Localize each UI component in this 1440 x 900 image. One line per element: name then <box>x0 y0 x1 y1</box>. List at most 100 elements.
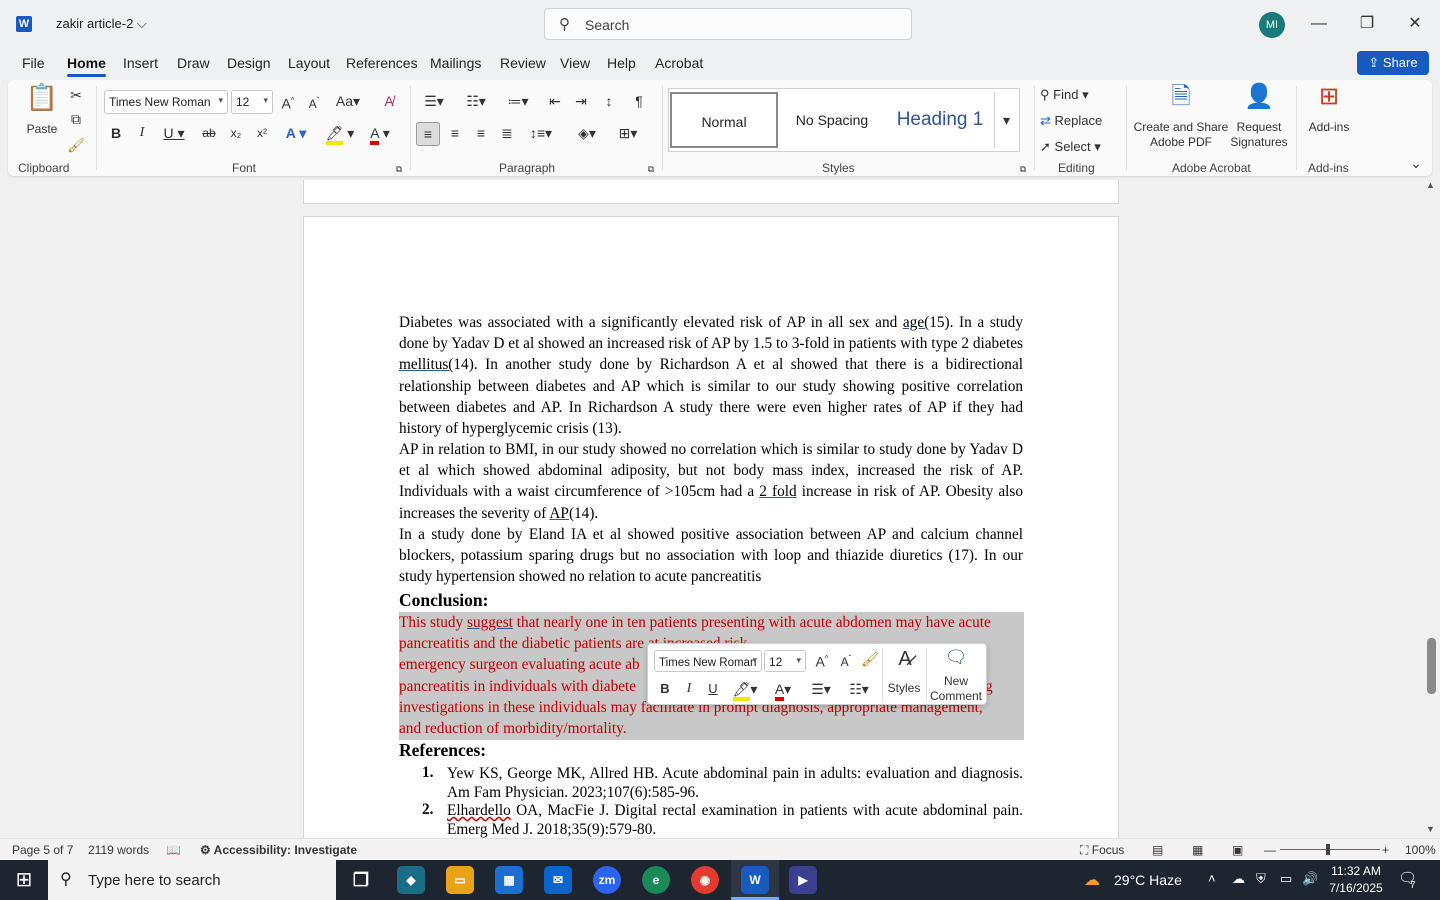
tab-home[interactable]: Home <box>67 55 106 77</box>
mini-bold-icon[interactable]: B <box>656 678 674 700</box>
paragraph-bmi[interactable]: AP in relation to BMI, in our study show… <box>399 439 1023 524</box>
tab-mailings[interactable]: Mailings <box>430 55 481 71</box>
style-normal[interactable]: Normal <box>670 92 778 148</box>
paragraph-dialog-launcher-icon[interactable]: ⧉ <box>644 158 658 180</box>
mini-underline-icon[interactable]: U <box>704 678 722 700</box>
numbering-icon[interactable]: ☷▾ <box>458 90 494 112</box>
paragraph-diabetes[interactable]: Diabetes was associated with a significa… <box>399 312 1023 439</box>
avatar[interactable]: MI <box>1259 12 1285 38</box>
styles-dialog-launcher-icon[interactable]: ⧉ <box>1016 158 1030 180</box>
zoom-level[interactable]: 100% <box>1405 843 1436 857</box>
conclusion-line-4-tail[interactable]: g <box>985 676 1005 697</box>
highlight-color-icon[interactable]: 🖊 ▾ <box>322 122 358 145</box>
font-size-select[interactable]: 12 ▾ <box>231 90 273 114</box>
tab-insert[interactable]: Insert <box>123 55 158 71</box>
paragraph-eland[interactable]: In a study done by Eland IA et al showed… <box>399 524 1023 588</box>
chrome-icon[interactable]: ◉ <box>691 866 719 894</box>
font-color-icon[interactable]: A ▾ <box>362 122 398 145</box>
style-no-spacing[interactable]: No Spacing <box>780 92 884 148</box>
cut-icon[interactable]: ✂ <box>66 84 86 106</box>
app-icon-2[interactable]: ▶ <box>789 866 817 894</box>
format-painter-icon[interactable]: 🖌 <box>66 134 86 156</box>
weather-text[interactable]: 29°C Haze <box>1114 872 1182 888</box>
clock-time[interactable]: 11:32 AM <box>1330 864 1382 878</box>
text-effects-icon[interactable]: A ▾ <box>280 122 312 144</box>
replace-button[interactable]: ⇄ Replace <box>1040 110 1120 132</box>
accessibility-status[interactable]: ⚙ Accessibility: Investigate <box>200 843 357 857</box>
word-count[interactable]: 2119 words <box>88 843 149 857</box>
document-title[interactable]: zakir article-2 ⌵ <box>56 16 147 32</box>
zoom-in-icon[interactable]: + <box>1382 843 1389 857</box>
tab-review[interactable]: Review <box>500 55 546 71</box>
sort-icon[interactable]: ↕ <box>598 90 620 112</box>
reference-item[interactable]: Yew KS, George MK, Allred HB. Acute abdo… <box>447 764 1023 802</box>
style-heading1[interactable]: Heading 1 <box>888 92 992 148</box>
mini-styles-icon[interactable]: A̷ <box>888 648 922 670</box>
conclusion-heading[interactable]: Conclusion: <box>399 590 488 611</box>
app-icon[interactable]: ◆ <box>397 866 425 894</box>
mini-size-select[interactable]: 12 ▾ <box>764 650 806 672</box>
borders-icon[interactable]: ⊞▾ <box>610 122 646 144</box>
edge-icon[interactable]: e <box>642 866 670 894</box>
italic-icon[interactable]: I <box>132 122 152 144</box>
read-mode-icon[interactable]: ▤ <box>1152 843 1163 857</box>
proofing-icon[interactable]: 📖 <box>166 843 181 857</box>
line-spacing-icon[interactable]: ↕≡▾ <box>524 122 558 144</box>
scrollbar-thumb[interactable] <box>1427 638 1436 694</box>
tab-help[interactable]: Help <box>607 55 636 71</box>
justify-icon[interactable]: ≣ <box>496 122 518 144</box>
network-icon[interactable]: ☁ <box>1232 871 1245 887</box>
underline-icon[interactable]: U ▾ <box>158 122 190 144</box>
tab-acrobat[interactable]: Acrobat <box>655 55 703 71</box>
page-count[interactable]: Page 5 of 7 <box>12 843 73 857</box>
align-right-icon[interactable]: ≡ <box>470 122 492 144</box>
multilevel-list-icon[interactable]: ≔▾ <box>500 90 536 112</box>
mini-bullets-icon[interactable]: ☰▾ <box>804 678 838 700</box>
new-comment-icon[interactable]: 🗨 <box>942 646 970 668</box>
focus-button[interactable]: ⛶ Focus <box>1080 843 1124 858</box>
shrink-font-icon[interactable]: Aˇ <box>304 90 324 115</box>
styles-more-icon[interactable]: ▾ <box>994 92 1018 148</box>
file-explorer-icon[interactable]: ▭ <box>446 866 474 894</box>
volume-icon[interactable]: 🔊 <box>1302 871 1318 887</box>
select-button[interactable]: ➚ Select ▾ <box>1040 136 1120 158</box>
request-signatures-button[interactable]: Request Signatures <box>1230 120 1288 150</box>
word-icon[interactable]: W <box>741 866 769 894</box>
collapse-ribbon-icon[interactable]: ⌄ <box>1406 152 1426 174</box>
zoom-slider[interactable] <box>1280 849 1380 850</box>
display-icon[interactable]: ▭ <box>1280 871 1292 887</box>
windows-start-icon[interactable]: ⊞ <box>0 860 48 900</box>
mini-font-select[interactable]: Times New Roman ▾ <box>654 650 762 672</box>
conclusion-line-1[interactable]: This study suggest that nearly one in te… <box>399 612 1023 633</box>
tab-layout[interactable]: Layout <box>288 55 330 71</box>
tab-design[interactable]: Design <box>227 55 271 71</box>
align-center-icon[interactable]: ≡ <box>444 122 466 144</box>
share-button[interactable]: ⇪ Share <box>1357 51 1429 75</box>
add-ins-icon[interactable]: ⊞ <box>1314 85 1344 109</box>
bullets-icon[interactable]: ☰▾ <box>416 90 452 112</box>
conclusion-line-6[interactable]: and reduction of morbidity/mortality. <box>399 718 1023 739</box>
paste-button[interactable]: Paste <box>22 122 62 137</box>
mini-styles-button[interactable]: Styles <box>884 681 924 696</box>
web-layout-icon[interactable]: ▣ <box>1232 843 1243 857</box>
increase-indent-icon[interactable]: ⇥ <box>570 90 592 112</box>
request-signatures-icon[interactable]: 👤 <box>1244 85 1274 109</box>
mini-numbering-icon[interactable]: ☷▾ <box>842 678 876 700</box>
security-icon[interactable]: ⛨ <box>1256 871 1266 887</box>
grow-font-icon[interactable]: A^ <box>278 90 298 115</box>
shading-icon[interactable]: ◈▾ <box>570 122 604 144</box>
subscript-icon[interactable]: x₂ <box>226 122 246 144</box>
minimize-button[interactable]: — <box>1296 12 1342 36</box>
new-comment-button[interactable]: New Comment <box>930 674 982 704</box>
strikethrough-icon[interactable]: ab <box>198 122 220 144</box>
font-dialog-launcher-icon[interactable]: ⧉ <box>392 158 406 180</box>
store-icon[interactable]: ▦ <box>495 866 523 894</box>
show-marks-icon[interactable]: ¶ <box>628 90 650 112</box>
paste-icon[interactable]: 📋 <box>24 84 60 122</box>
scroll-down-icon[interactable]: ▼ <box>1426 824 1435 834</box>
bold-icon[interactable]: B <box>106 122 126 144</box>
zoom-slider-thumb[interactable] <box>1326 844 1330 855</box>
change-case-icon[interactable]: Aa▾ <box>332 90 364 112</box>
find-button[interactable]: ⚲ Find ▾ <box>1040 84 1120 106</box>
restore-button[interactable]: ❐ <box>1344 12 1390 36</box>
